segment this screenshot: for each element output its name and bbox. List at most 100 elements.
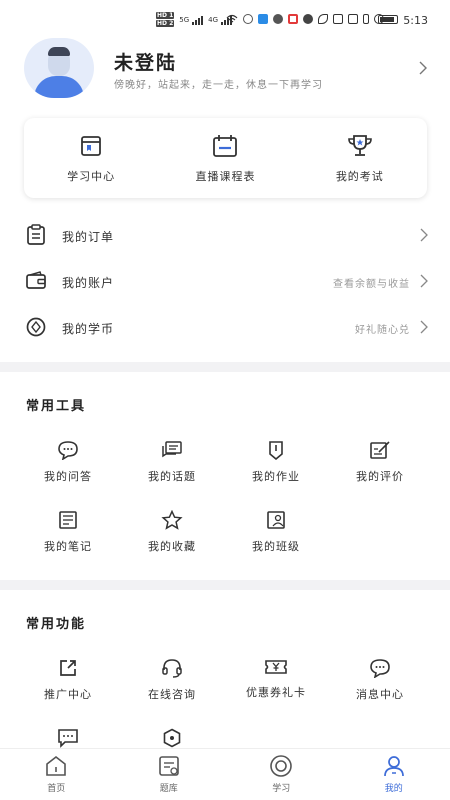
tool-label: 我的评价 [356,470,404,483]
tab-mine[interactable]: 我的 [338,749,450,800]
section-divider [0,362,450,372]
tool-label: 我的笔记 [44,540,92,553]
wallet-icon [26,271,46,289]
battery-icon [378,15,398,24]
bottom-tab-bar: 首页 题库 学习 我的 [0,748,450,800]
row-my-orders[interactable]: 我的订单 [0,212,450,258]
quick-link-my-exam[interactable]: 我的考试 [293,118,427,198]
class-icon [267,511,285,529]
homework-icon [269,441,283,460]
function-promotion-center[interactable]: 推广中心 [16,658,120,728]
hd1-badge: HD 1 [156,12,175,19]
tab-label: 我的 [384,784,403,794]
functions-section-title: 常用功能 [26,617,87,632]
app-notification-icon [243,14,253,24]
function-online-consult[interactable]: 在线咨询 [120,658,224,728]
row-my-account[interactable]: 我的账户 查看余额与收益 [0,258,450,304]
chat-bubble-icon [58,441,78,460]
chevron-right-icon[interactable] [418,60,428,76]
function-message-center[interactable]: 消息中心 [328,658,432,728]
quick-link-label: 直播课程表 [195,170,256,183]
network-type-1: 5G [179,16,190,24]
book-icon [81,136,102,156]
tool-label: 我的作业 [252,470,300,483]
nfc-icon [333,14,343,24]
row-hint: 查看余额与收益 [333,279,410,290]
row-label: 我的学币 [62,322,115,336]
clock: 5:13 [403,14,428,27]
app-notification-icon [258,14,268,24]
feedback-icon [58,729,78,748]
user-icon [383,756,404,777]
message-notification-icon [303,14,313,24]
signal-indicators: HD 1 HD 2 5G 4G [156,12,233,28]
wifi-icon [226,14,238,23]
tool-my-favorites[interactable]: 我的收藏 [120,510,224,580]
message-icon [370,659,390,678]
tool-label: 我的话题 [148,470,196,483]
chevron-right-icon [420,320,428,334]
tab-study[interactable]: 学习 [225,749,338,800]
section-divider [0,580,450,590]
user-name[interactable]: 未登陆 [114,48,177,75]
tool-my-homework[interactable]: 我的作业 [224,440,328,510]
tool-label: 我的收藏 [148,540,196,553]
bluetooth-icon [363,14,369,24]
app-notification-icon [288,14,298,24]
row-my-coins[interactable]: 我的学币 好礼随心兑 [0,304,450,350]
function-label: 在线咨询 [148,688,196,701]
question-bank-icon [158,756,179,776]
topic-icon [162,441,182,458]
function-coupons[interactable]: 优惠券礼卡 [224,658,328,728]
tool-my-qa[interactable]: 我的问答 [16,440,120,510]
tab-label: 题库 [159,784,178,794]
eye-icon [318,14,328,24]
tool-my-notes[interactable]: 我的笔记 [16,510,120,580]
network-type-2: 4G [208,16,219,24]
notification-icons [226,14,384,24]
study-icon [270,755,293,777]
coupon-icon [265,660,287,674]
trophy-icon [348,135,372,156]
account-list: 我的订单 我的账户 查看余额与收益 我的学币 好礼随心兑 [0,212,450,350]
avatar[interactable] [24,38,94,98]
home-icon [46,755,67,776]
tools-section-title: 常用工具 [26,399,87,414]
row-label: 我的订单 [62,230,115,244]
tab-home[interactable]: 首页 [0,749,113,800]
tools-grid: 我的问答 我的话题 我的作业 我的评价 我的笔记 我的收藏 我的班级 [16,440,436,580]
app-notification-icon [273,14,283,24]
tool-label: 我的班级 [252,540,300,553]
signal-icon [192,15,204,25]
tab-label: 学习 [272,784,291,794]
row-hint: 好礼随心兑 [355,325,410,336]
hd2-badge: HD 2 [156,20,175,27]
tool-my-topics[interactable]: 我的话题 [120,440,224,510]
quick-links-card: 学习中心 直播课程表 我的考试 [24,118,427,198]
tool-label: 我的问答 [44,470,92,483]
review-icon [370,441,390,459]
notes-icon [59,511,77,529]
settings-icon [163,728,181,748]
vibrate-icon [348,14,358,24]
tool-my-reviews[interactable]: 我的评价 [328,440,432,510]
profile-header[interactable]: 未登陆 傍晚好，站起来，走一走，休息一下再学习 [24,38,434,100]
tab-question-bank[interactable]: 题库 [113,749,226,800]
tab-label: 首页 [47,784,66,794]
star-icon [161,510,183,530]
quick-link-label: 学习中心 [67,170,116,183]
greeting-text: 傍晚好，站起来，走一走，休息一下再学习 [114,80,323,91]
clipboard-icon [27,224,45,245]
chevron-right-icon [420,228,428,242]
chevron-right-icon [420,274,428,288]
calendar-icon [213,135,238,157]
function-label: 推广中心 [44,688,92,701]
quick-link-label: 我的考试 [335,170,384,183]
coin-icon [26,317,46,337]
quick-link-study-center[interactable]: 学习中心 [24,118,158,198]
row-label: 我的账户 [62,276,115,290]
quick-link-live-schedule[interactable]: 直播课程表 [158,118,292,198]
share-icon [60,660,76,676]
tool-my-class[interactable]: 我的班级 [224,510,328,580]
function-label: 优惠券礼卡 [246,686,306,699]
